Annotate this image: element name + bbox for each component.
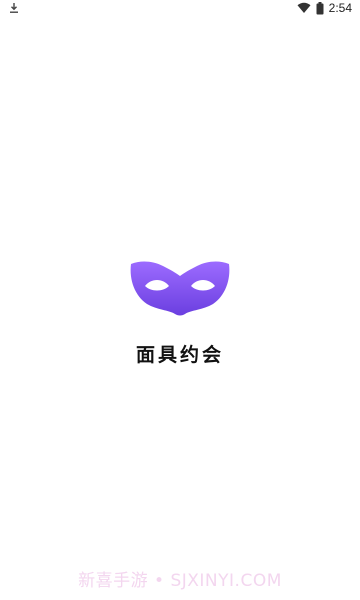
app-name: 面具约会 xyxy=(135,344,224,366)
wifi-icon xyxy=(297,2,311,13)
splash-content: 面具约会 xyxy=(0,258,360,367)
watermark: 新喜手游 • SJXINYI.COM xyxy=(78,571,282,591)
battery-icon xyxy=(316,1,324,14)
mask-logo-icon xyxy=(130,261,230,316)
download-icon xyxy=(10,3,18,13)
clock: 2:54 xyxy=(328,1,352,15)
status-bar: 2:54 xyxy=(0,0,360,18)
status-indicators: 2:54 xyxy=(297,1,352,15)
